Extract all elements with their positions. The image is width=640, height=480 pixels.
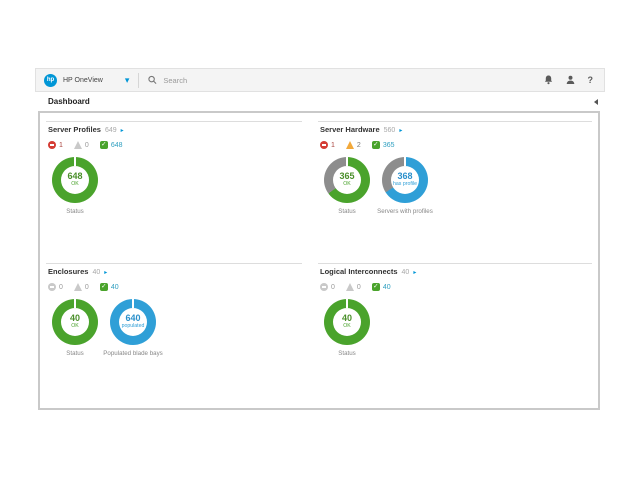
stat-ok[interactable]: 648	[100, 141, 123, 149]
donut-chart[interactable]: 40 OK	[324, 299, 370, 345]
donut-chart[interactable]: 648 OK	[52, 157, 98, 203]
panel-server-profiles: Server Profiles 649 1 0 648	[46, 121, 302, 215]
donut-sublabel: OK	[71, 323, 79, 330]
panel-logical-interconnects: Logical Interconnects 40 0 0 40	[318, 263, 592, 357]
stat-value: 365	[383, 142, 395, 149]
stat-ok[interactable]: 40	[100, 283, 119, 291]
help-icon[interactable]: ?	[588, 75, 594, 85]
panel-server-hardware: Server Hardware 560 1 2 365	[318, 121, 592, 215]
ok-check-icon	[100, 283, 108, 291]
collapse-arrow-icon[interactable]	[594, 99, 598, 105]
stat-ok[interactable]: 365	[372, 141, 395, 149]
donut-caption: Status	[66, 350, 84, 357]
donut-number: 365	[339, 172, 354, 181]
stat-ok[interactable]: 40	[372, 283, 391, 291]
stat-warning[interactable]: 0	[74, 283, 89, 291]
panel-link-arrow-icon[interactable]	[104, 269, 107, 276]
panel-count: 40	[92, 269, 100, 276]
stat-value: 0	[357, 284, 361, 291]
stat-critical[interactable]: 1	[320, 141, 335, 149]
status-donut[interactable]: 40 OK Status	[324, 299, 370, 357]
donut-chart[interactable]: 365 OK	[324, 157, 370, 203]
panel-link-arrow-icon[interactable]	[121, 127, 124, 134]
search-box[interactable]	[148, 75, 543, 86]
stat-value: 0	[85, 142, 89, 149]
stat-value: 1	[59, 142, 63, 149]
critical-icon	[48, 141, 56, 149]
page-title: Dashboard	[48, 97, 90, 106]
critical-icon	[48, 283, 56, 291]
app-window: hp HP OneView ▾ ? Dashboard	[0, 0, 640, 480]
ok-check-icon	[100, 141, 108, 149]
status-donut[interactable]: 40 OK Status	[52, 299, 98, 357]
donut-chart[interactable]: 640 populated	[110, 299, 156, 345]
search-input[interactable]	[161, 75, 365, 86]
hp-logo-icon: hp	[44, 74, 57, 87]
panel-title[interactable]: Logical Interconnects	[320, 267, 398, 276]
donut-number: 648	[67, 172, 82, 181]
stat-value: 648	[111, 142, 123, 149]
donut-sublabel: OK	[343, 323, 351, 330]
donut-sublabel: has profile	[393, 181, 417, 188]
panel-title[interactable]: Enclosures	[48, 267, 88, 276]
stat-value: 1	[331, 142, 335, 149]
status-donut[interactable]: 648 OK Status	[52, 157, 98, 215]
donut-caption: Status	[338, 350, 356, 357]
top-bar: hp HP OneView ▾ ?	[35, 68, 605, 92]
warning-icon	[74, 141, 82, 149]
panel-count: 560	[384, 127, 396, 134]
status-donut[interactable]: 365 OK Status	[324, 157, 370, 215]
stat-value: 0	[331, 284, 335, 291]
warning-icon	[74, 283, 82, 291]
donut-sublabel: populated	[122, 323, 145, 330]
user-icon[interactable]	[566, 75, 575, 85]
notifications-bell-icon[interactable]	[544, 75, 553, 85]
warning-icon	[346, 141, 354, 149]
donut-number: 368	[397, 172, 412, 181]
panel-count: 40	[402, 269, 410, 276]
page-header: Dashboard	[35, 92, 605, 111]
chevron-down-icon[interactable]: ▾	[125, 76, 130, 85]
critical-icon	[320, 141, 328, 149]
stat-critical[interactable]: 0	[320, 283, 335, 291]
stat-warning[interactable]: 0	[346, 283, 361, 291]
stat-warning[interactable]: 0	[74, 141, 89, 149]
stat-value: 0	[59, 284, 63, 291]
app-name: HP OneView	[63, 77, 103, 84]
stat-value: 2	[357, 142, 361, 149]
donut-caption: Populated blade bays	[103, 350, 163, 357]
donut-number: 640	[125, 314, 140, 323]
dashboard-content: Server Profiles 649 1 0 648	[38, 111, 600, 410]
panel-count: 649	[105, 127, 117, 134]
ok-check-icon	[372, 141, 380, 149]
donut-caption: Status	[338, 208, 356, 215]
donut-chart[interactable]: 40 OK	[52, 299, 98, 345]
stat-critical[interactable]: 1	[48, 141, 63, 149]
panel-link-arrow-icon[interactable]	[413, 269, 416, 276]
blade-bays-donut[interactable]: 640 populated Populated blade bays	[110, 299, 156, 357]
profiles-donut[interactable]: 368 has profile Servers with profiles	[382, 157, 428, 215]
donut-number: 40	[342, 314, 352, 323]
search-icon	[148, 75, 157, 85]
donut-chart[interactable]: 368 has profile	[382, 157, 428, 203]
stat-warning[interactable]: 2	[346, 141, 361, 149]
donut-sublabel: OK	[343, 181, 351, 188]
critical-icon	[320, 283, 328, 291]
warning-icon	[346, 283, 354, 291]
panel-link-arrow-icon[interactable]	[399, 127, 402, 134]
donut-caption: Status	[66, 208, 84, 215]
ok-check-icon	[372, 283, 380, 291]
donut-sublabel: OK	[71, 181, 79, 188]
stat-value: 40	[383, 284, 391, 291]
panel-title[interactable]: Server Hardware	[320, 125, 380, 134]
panel-enclosures: Enclosures 40 0 0 40	[46, 263, 302, 357]
donut-caption: Servers with profiles	[377, 208, 433, 215]
stat-value: 0	[85, 284, 89, 291]
panel-title[interactable]: Server Profiles	[48, 125, 101, 134]
stat-critical[interactable]: 0	[48, 283, 63, 291]
donut-number: 40	[70, 314, 80, 323]
topbar-divider	[138, 73, 139, 88]
stat-value: 40	[111, 284, 119, 291]
